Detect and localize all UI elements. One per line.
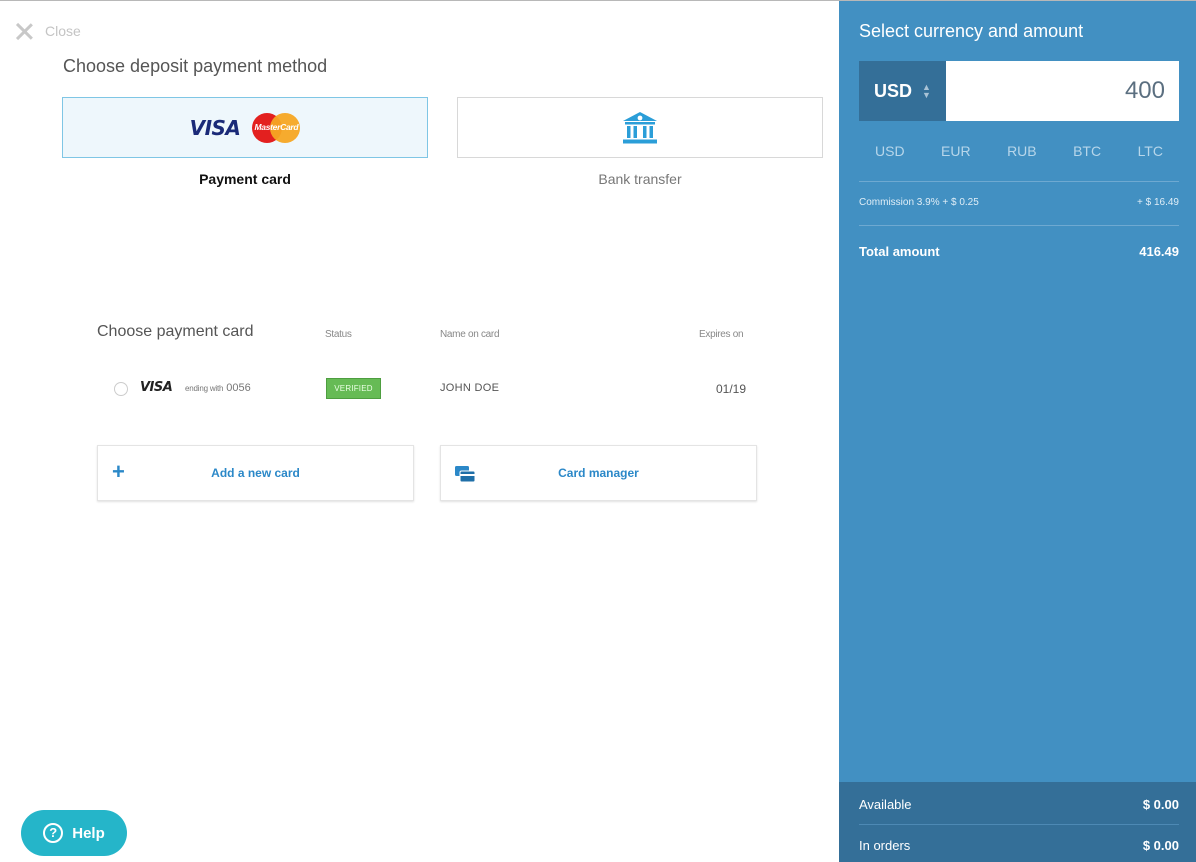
sort-arrows-icon: ▲ ▼ bbox=[922, 82, 931, 100]
close-icon bbox=[14, 21, 34, 41]
column-name: Name on card bbox=[440, 329, 500, 340]
bank-icon bbox=[623, 111, 657, 143]
panel-title: Select currency and amount bbox=[859, 21, 1084, 41]
commission-value: + $ 16.49 bbox=[1137, 197, 1179, 208]
close-label: Close bbox=[45, 23, 81, 39]
bank-transfer-label[interactable]: Bank transfer bbox=[457, 171, 823, 187]
add-card-button[interactable]: + Add a new card bbox=[97, 445, 414, 501]
help-button[interactable]: ? Help bbox=[21, 810, 127, 856]
currency-tabs: USD EUR RUB BTC LTC bbox=[859, 143, 1179, 159]
status-badge: VERIFIED bbox=[326, 378, 381, 399]
currency-tab-rub[interactable]: RUB bbox=[1007, 143, 1037, 159]
currency-tab-btc[interactable]: BTC bbox=[1073, 143, 1101, 159]
payment-card-label[interactable]: Payment card bbox=[62, 171, 428, 187]
available-row: Available $ 0.00 bbox=[859, 797, 1179, 812]
payment-card-option[interactable]: VISA MasterCard bbox=[62, 97, 428, 158]
currency-select[interactable]: USD ▲ ▼ bbox=[859, 61, 946, 121]
visa-logo: VISA bbox=[140, 380, 173, 395]
mastercard-logo-text: MasterCard bbox=[254, 121, 299, 132]
total-value: 416.49 bbox=[1139, 244, 1179, 259]
divider bbox=[859, 824, 1179, 825]
card-holder-name: JOHN DOE bbox=[440, 382, 500, 394]
cards-section-title: Choose payment card bbox=[97, 323, 254, 340]
available-label: Available bbox=[859, 797, 912, 812]
card-ending-number: 0056 bbox=[226, 382, 251, 394]
card-manager-label: Card manager bbox=[558, 466, 639, 480]
currency-tab-usd[interactable]: USD bbox=[875, 143, 905, 159]
divider bbox=[859, 181, 1179, 182]
card-radio[interactable] bbox=[114, 382, 128, 396]
currency-value: USD bbox=[874, 80, 913, 101]
in-orders-value: $ 0.00 bbox=[1142, 838, 1179, 853]
add-card-label: Add a new card bbox=[211, 466, 300, 480]
table-row[interactable]: VISA ending with 0056 VERIFIED JOHN DOE 0… bbox=[97, 369, 757, 409]
visa-logo: VISA bbox=[189, 115, 241, 140]
card-expiry: 01/19 bbox=[716, 382, 747, 396]
in-orders-label: In orders bbox=[859, 838, 911, 853]
page-title: Choose deposit payment method bbox=[63, 56, 328, 76]
divider bbox=[859, 225, 1179, 226]
in-orders-row: In orders $ 0.00 bbox=[859, 838, 1179, 853]
mastercard-logo: MasterCard bbox=[252, 112, 301, 143]
amount-input[interactable] bbox=[946, 61, 1179, 121]
main-area: Close Choose deposit payment method VISA… bbox=[0, 1, 839, 862]
available-value: $ 0.00 bbox=[1142, 797, 1179, 812]
question-icon: ? bbox=[43, 823, 64, 843]
commission-label: Commission 3.9% + $ 0.25 bbox=[859, 197, 979, 208]
card-manager-button[interactable]: Card manager bbox=[440, 445, 757, 501]
bank-transfer-option[interactable] bbox=[457, 97, 823, 158]
currency-tab-eur[interactable]: EUR bbox=[941, 143, 971, 159]
total-label: Total amount bbox=[859, 244, 940, 259]
balance-footer: Available $ 0.00 In orders $ 0.00 bbox=[839, 782, 1196, 862]
column-expires: Expires on bbox=[699, 329, 744, 340]
currency-tab-ltc[interactable]: LTC bbox=[1138, 143, 1163, 159]
card-ending-prefix: ending with bbox=[185, 384, 224, 393]
help-label: Help bbox=[72, 824, 105, 842]
card-ending: ending with 0056 bbox=[185, 382, 251, 394]
currency-panel: Select currency and amount USD ▲▼ USD EU… bbox=[839, 1, 1196, 862]
column-status: Status bbox=[325, 329, 352, 340]
close-button[interactable]: Close bbox=[14, 21, 81, 41]
